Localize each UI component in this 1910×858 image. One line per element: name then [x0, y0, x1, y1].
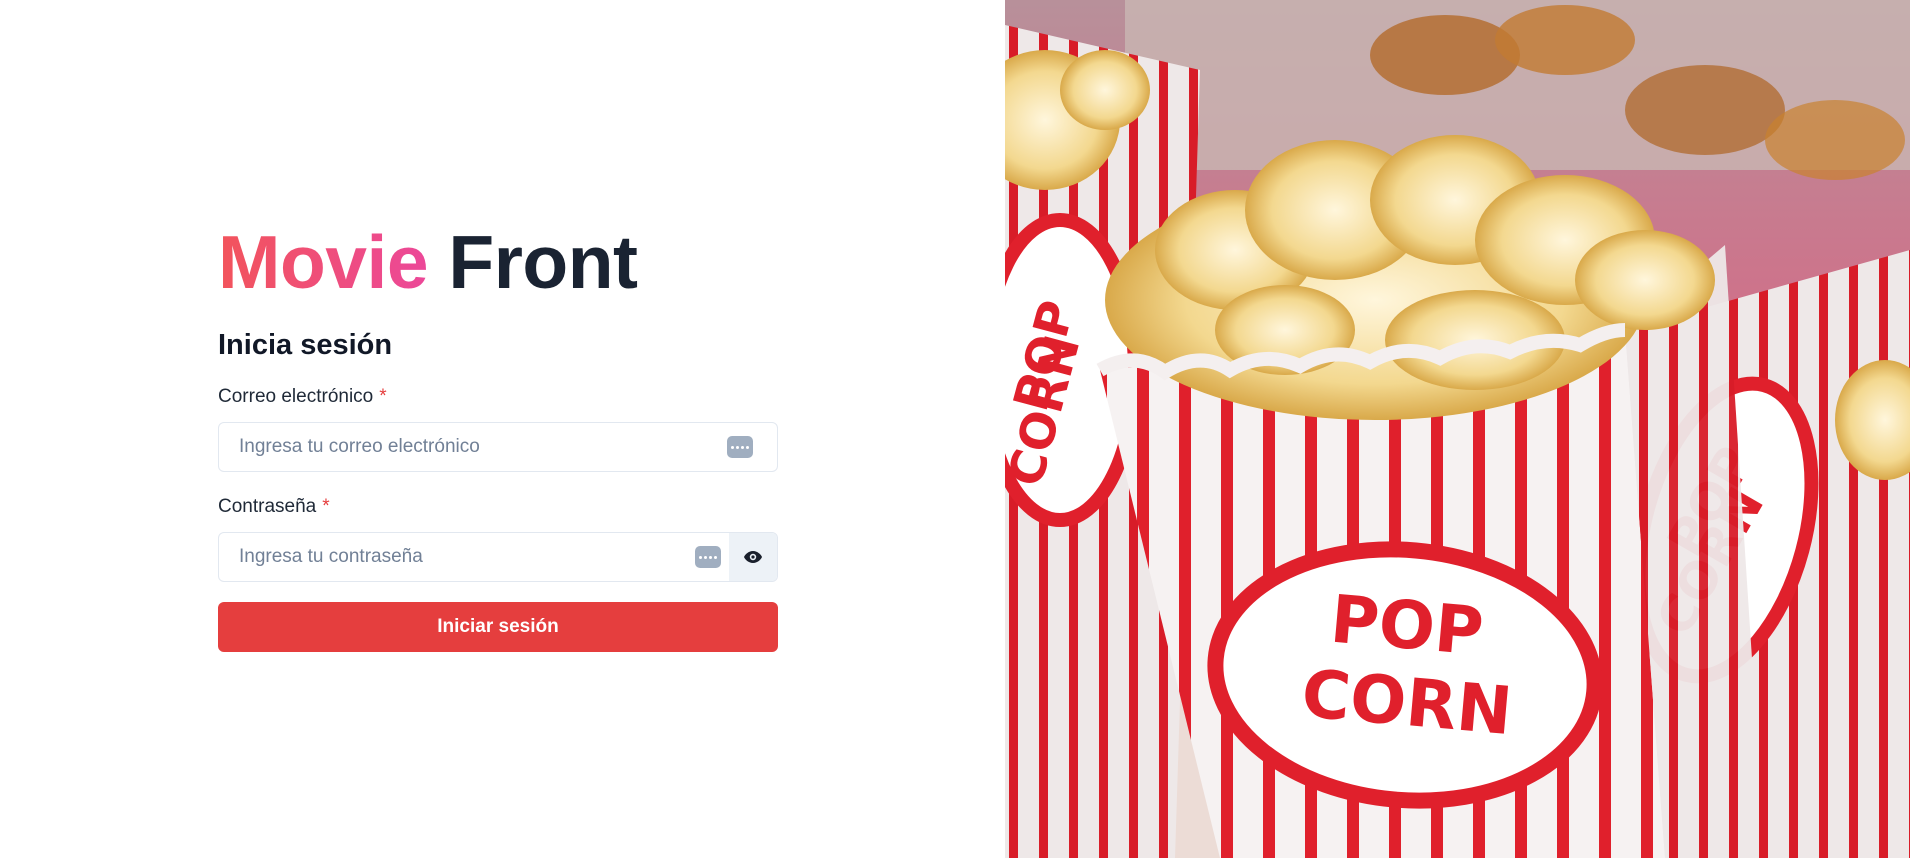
- brand-main-text: Front: [448, 220, 638, 304]
- required-mark: *: [322, 496, 330, 517]
- brand-accent-text: Movie: [218, 220, 429, 304]
- password-manager-icon[interactable]: [727, 436, 753, 458]
- password-input-wrapper: [218, 532, 778, 582]
- password-manager-icon[interactable]: [695, 546, 721, 568]
- login-panel: Movie Front Inicia sesión Correo electró…: [0, 0, 1005, 858]
- password-label: Contraseña *: [218, 495, 778, 519]
- login-submit-button[interactable]: Iniciar sesión: [218, 602, 778, 652]
- eye-icon: [744, 551, 762, 563]
- email-label-text: Correo electrónico: [218, 386, 374, 407]
- required-mark: *: [379, 386, 387, 407]
- hero-popcorn-image: POP CORN POP CORN POP CORN: [1005, 0, 1910, 858]
- password-field-group: Contraseña *: [218, 495, 778, 582]
- email-input[interactable]: [219, 423, 727, 471]
- email-field-group: Correo electrónico *: [218, 385, 778, 472]
- toggle-password-visibility-button[interactable]: [729, 533, 777, 581]
- login-form: Movie Front Inicia sesión Correo electró…: [218, 218, 778, 652]
- box-text-pop-main: POP: [1327, 581, 1486, 671]
- password-input[interactable]: [219, 533, 695, 581]
- form-title: Inicia sesión: [218, 329, 393, 361]
- email-label: Correo electrónico *: [218, 385, 778, 409]
- popcorn-illustration: POP CORN POP CORN POP CORN: [1005, 0, 1910, 858]
- brand-logo: Movie Front: [218, 218, 778, 306]
- email-input-wrapper: [218, 422, 778, 472]
- password-label-text: Contraseña: [218, 496, 317, 517]
